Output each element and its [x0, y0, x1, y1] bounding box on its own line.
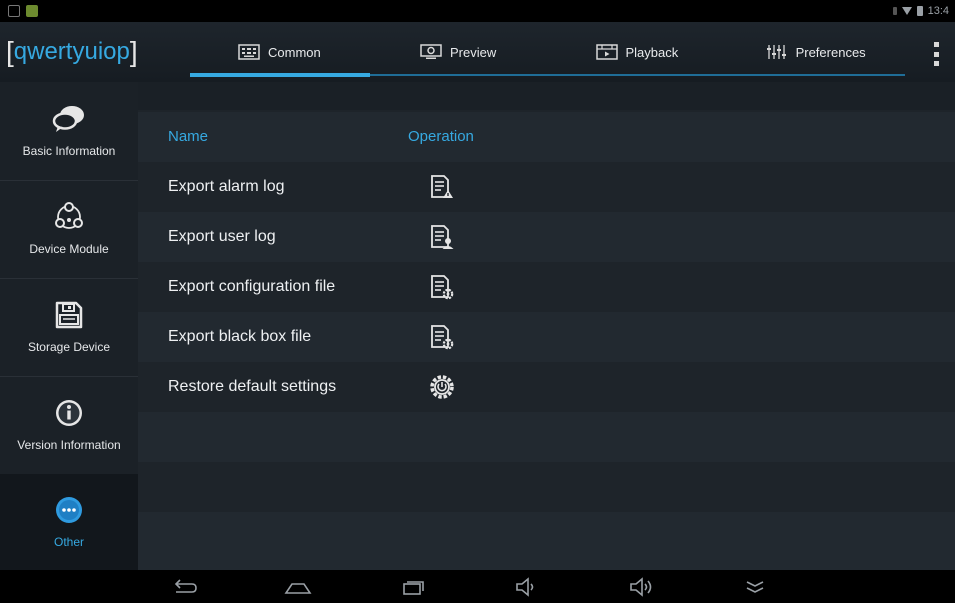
table-row: Export configuration file — [138, 262, 955, 312]
overflow-menu-button[interactable] — [926, 42, 946, 66]
home-icon[interactable] — [283, 576, 313, 598]
tab-preview[interactable]: Preview — [369, 22, 548, 82]
export-user-log-icon[interactable] — [429, 224, 455, 250]
tab-label: Common — [268, 44, 321, 60]
table-row-empty — [138, 412, 955, 462]
table-row-empty — [138, 512, 955, 570]
wifi-icon — [901, 7, 912, 15]
floppy-disk-icon — [54, 300, 84, 334]
sim-icon — [892, 7, 897, 15]
camera-icon — [420, 44, 442, 60]
restore-settings-icon[interactable] — [429, 374, 455, 400]
table-header — [138, 112, 955, 162]
row-name: Export configuration file — [168, 278, 336, 295]
system-nav-bar — [0, 570, 955, 603]
tab-playback[interactable]: Playback — [548, 22, 727, 82]
notification-icon — [8, 5, 20, 17]
table-row-empty — [138, 462, 955, 512]
top-bar: [qwertyuiop] Common Preview Playback Pre… — [0, 22, 955, 82]
module-network-icon — [52, 202, 86, 236]
more-vert-icon — [933, 42, 939, 47]
app-logo: [qwertyuiop] — [6, 36, 138, 67]
column-header-operation: Operation — [408, 128, 474, 145]
status-notifications — [8, 5, 38, 17]
app-notification-icon — [26, 5, 38, 17]
film-icon — [595, 44, 618, 60]
sidebar-item-storage-device[interactable]: Storage Device — [0, 278, 138, 376]
tab-label: Preview — [450, 44, 497, 60]
back-icon[interactable] — [170, 576, 200, 598]
more-icon — [54, 495, 84, 529]
table-row: Export alarm log — [138, 162, 955, 212]
logo-text: qwertyuiop — [13, 38, 130, 65]
status-time: 13:4 — [927, 5, 949, 17]
sidebar-item-device-module[interactable]: Device Module — [0, 180, 138, 278]
sidebar-item-version-information[interactable]: Version Information — [0, 376, 138, 474]
chat-bubbles-icon — [52, 104, 86, 138]
row-name: Restore default settings — [168, 378, 337, 395]
collapse-icon[interactable] — [740, 576, 770, 598]
row-name: Export user log — [168, 228, 276, 245]
sidebar: Basic Information Device Module Storage … — [0, 82, 138, 570]
recents-icon[interactable] — [398, 576, 428, 598]
export-blackbox-file-icon[interactable] — [429, 324, 455, 350]
tab-label: Preferences — [795, 44, 866, 60]
tab-label: Playback — [625, 44, 679, 60]
sliders-icon — [766, 44, 788, 60]
sidebar-item-other[interactable]: Other — [0, 474, 138, 570]
tab-preferences[interactable]: Preferences — [726, 22, 905, 82]
status-bar: 13:4 — [0, 0, 955, 22]
info-icon — [54, 398, 84, 432]
table-row: Export black box file — [138, 312, 955, 362]
volume-down-icon[interactable] — [512, 576, 542, 598]
status-indicators: 13:4 — [892, 5, 949, 17]
battery-icon — [916, 6, 923, 16]
table-row: Export user log — [138, 212, 955, 262]
row-name: Export alarm log — [168, 178, 285, 195]
grid-icon — [238, 44, 260, 60]
export-alarm-log-icon[interactable] — [429, 174, 455, 200]
export-config-file-icon[interactable] — [429, 274, 455, 300]
main-content: Name Operation Export alarm log Export u… — [138, 82, 955, 570]
table-row: Restore default settings — [138, 362, 955, 412]
tab-active-indicator — [190, 73, 370, 77]
sidebar-item-basic-information[interactable]: Basic Information — [0, 82, 138, 180]
row-name: Export black box file — [168, 328, 312, 345]
column-header-name: Name — [168, 128, 209, 145]
volume-up-icon[interactable] — [626, 576, 656, 598]
